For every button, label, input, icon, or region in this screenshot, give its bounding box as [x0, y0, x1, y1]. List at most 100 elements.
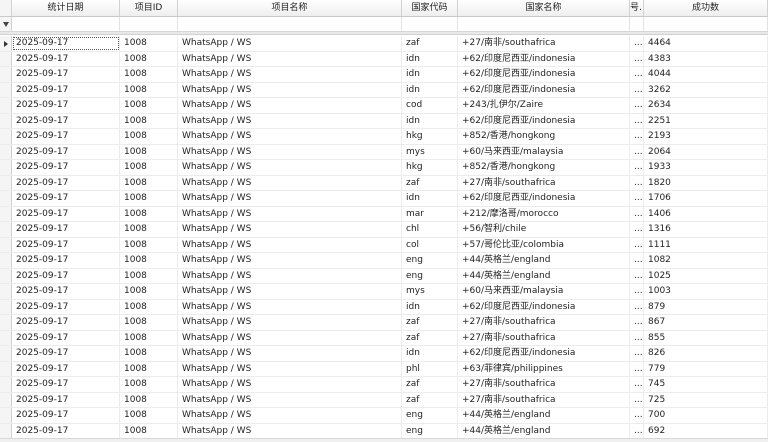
date-cell[interactable]: 2025-09-17 [12, 284, 120, 299]
project-id-cell[interactable]: 1008 [120, 377, 178, 392]
date-cell[interactable]: 2025-09-17 [12, 330, 120, 345]
filter-indicator[interactable] [0, 17, 12, 31]
country-code-cell[interactable]: phl [402, 361, 458, 376]
date-cell[interactable]: 2025-09-17 [12, 98, 120, 113]
country-code-cell[interactable]: zaf [402, 392, 458, 407]
column-country-name-filter[interactable] [458, 17, 630, 31]
truncated-cell[interactable]: ... [630, 377, 644, 392]
project-name-cell[interactable]: WhatsApp / WS [178, 191, 402, 206]
success-count-cell[interactable]: 4464 [644, 36, 768, 51]
project-name-cell[interactable]: WhatsApp / WS [178, 408, 402, 423]
row-indicator[interactable] [0, 222, 12, 237]
project-name-cell[interactable]: WhatsApp / WS [178, 284, 402, 299]
success-count-cell[interactable]: 1082 [644, 253, 768, 268]
project-name-cell[interactable]: WhatsApp / WS [178, 299, 402, 314]
row-indicator[interactable] [0, 284, 12, 299]
project-name-cell[interactable]: WhatsApp / WS [178, 330, 402, 345]
date-cell[interactable]: 2025-09-17 [12, 82, 120, 97]
success-count-cell[interactable]: 1025 [644, 268, 768, 283]
country-code-cell[interactable]: idn [402, 113, 458, 128]
truncated-cell[interactable]: ... [630, 113, 644, 128]
country-name-cell[interactable]: +57/哥伦比亚/colombia [458, 237, 630, 252]
country-name-cell[interactable]: +27/南非/southafrica [458, 36, 630, 51]
row-indicator[interactable] [0, 206, 12, 221]
column-truncated-filter[interactable] [630, 17, 644, 31]
date-cell[interactable]: 2025-09-17 [12, 268, 120, 283]
table-row[interactable]: 2025-09-17 1008 WhatsApp / WS chl +56/智利/chi… [0, 222, 768, 238]
truncated-cell[interactable]: ... [630, 98, 644, 113]
project-name-cell[interactable]: WhatsApp / WS [178, 423, 402, 438]
column-success-count-header[interactable]: 成功数 [644, 0, 768, 16]
table-row[interactable]: 2025-09-17 1008 WhatsApp / WS col +57/哥伦比亚/c… [0, 237, 768, 253]
data-grid[interactable]: 统计日期项目ID项目名称国家代码国家名称号…成功数 2025-09-171008… [0, 0, 768, 442]
truncated-cell[interactable]: ... [630, 330, 644, 345]
project-name-cell[interactable]: WhatsApp / WS [178, 82, 402, 97]
table-row[interactable]: 2025-09-17 1008 WhatsApp / WS zaf +27/南非/sou… [0, 36, 768, 52]
table-row[interactable]: 2025-09-17 1008 WhatsApp / WS mys +60/马来西亚/m… [0, 144, 768, 160]
row-indicator[interactable] [0, 330, 12, 345]
success-count-cell[interactable]: 3262 [644, 82, 768, 97]
success-count-cell[interactable]: 2064 [644, 144, 768, 159]
project-name-cell[interactable]: WhatsApp / WS [178, 206, 402, 221]
country-name-cell[interactable]: +62/印度尼西亚/indonesia [458, 299, 630, 314]
success-count-cell[interactable]: 1820 [644, 175, 768, 190]
row-indicator[interactable] [0, 98, 12, 113]
success-count-cell[interactable]: 1406 [644, 206, 768, 221]
project-name-cell[interactable]: WhatsApp / WS [178, 392, 402, 407]
table-row[interactable]: 2025-09-17 1008 WhatsApp / WS idn +62/印度尼西亚/… [0, 82, 768, 98]
date-cell[interactable]: 2025-09-17 [12, 191, 120, 206]
date-cell[interactable]: 2025-09-17 [12, 315, 120, 330]
row-indicator[interactable] [0, 346, 12, 361]
row-indicator[interactable] [0, 36, 12, 51]
country-code-cell[interactable]: idn [402, 299, 458, 314]
project-id-cell[interactable]: 1008 [120, 98, 178, 113]
country-name-cell[interactable]: +27/南非/southafrica [458, 330, 630, 345]
country-name-cell[interactable]: +56/智利/chile [458, 222, 630, 237]
table-row[interactable]: 2025-09-17 1008 WhatsApp / WS zaf +27/南非/sou… [0, 175, 768, 191]
project-id-cell[interactable]: 1008 [120, 206, 178, 221]
country-code-cell[interactable]: zaf [402, 330, 458, 345]
table-row[interactable]: 2025-09-17 1008 WhatsApp / WS idn +62/印度尼西亚/… [0, 191, 768, 207]
table-row[interactable]: 2025-09-17 1008 WhatsApp / WS zaf +27/南非/sou… [0, 315, 768, 331]
date-cell[interactable]: 2025-09-17 [12, 361, 120, 376]
table-row[interactable]: 2025-09-17 1008 WhatsApp / WS eng +44/英格兰/en… [0, 253, 768, 269]
row-indicator[interactable] [0, 144, 12, 159]
country-name-cell[interactable]: +243/扎伊尔/Zaire [458, 98, 630, 113]
success-count-cell[interactable]: 1706 [644, 191, 768, 206]
row-indicator[interactable] [0, 253, 12, 268]
success-count-cell[interactable]: 2251 [644, 113, 768, 128]
success-count-cell[interactable]: 2193 [644, 129, 768, 144]
project-id-cell[interactable]: 1008 [120, 284, 178, 299]
row-indicator[interactable] [0, 299, 12, 314]
date-cell[interactable]: 2025-09-17 [12, 346, 120, 361]
project-id-cell[interactable]: 1008 [120, 113, 178, 128]
country-code-cell[interactable]: hkg [402, 129, 458, 144]
truncated-cell[interactable]: ... [630, 299, 644, 314]
row-indicator[interactable] [0, 191, 12, 206]
table-row[interactable]: 2025-09-17 1008 WhatsApp / WS zaf +27/南非/sou… [0, 392, 768, 408]
truncated-cell[interactable]: ... [630, 175, 644, 190]
truncated-cell[interactable]: ... [630, 36, 644, 51]
row-indicator[interactable] [0, 361, 12, 376]
project-name-cell[interactable]: WhatsApp / WS [178, 268, 402, 283]
table-row[interactable]: 2025-09-17 1008 WhatsApp / WS eng +44/英格兰/en… [0, 408, 768, 424]
project-name-cell[interactable]: WhatsApp / WS [178, 160, 402, 175]
success-count-cell[interactable]: 1111 [644, 237, 768, 252]
project-id-cell[interactable]: 1008 [120, 408, 178, 423]
country-code-cell[interactable]: idn [402, 346, 458, 361]
project-name-cell[interactable]: WhatsApp / WS [178, 253, 402, 268]
country-name-cell[interactable]: +44/英格兰/england [458, 423, 630, 438]
project-name-cell[interactable]: WhatsApp / WS [178, 222, 402, 237]
row-indicator[interactable] [0, 377, 12, 392]
column-truncated-header[interactable]: 号… [630, 0, 644, 16]
country-name-cell[interactable]: +62/印度尼西亚/indonesia [458, 67, 630, 82]
project-id-cell[interactable]: 1008 [120, 175, 178, 190]
row-indicator[interactable] [0, 175, 12, 190]
project-id-cell[interactable]: 1008 [120, 222, 178, 237]
truncated-cell[interactable]: ... [630, 191, 644, 206]
project-id-cell[interactable]: 1008 [120, 36, 178, 51]
country-code-cell[interactable]: zaf [402, 377, 458, 392]
project-id-cell[interactable]: 1008 [120, 191, 178, 206]
country-name-cell[interactable]: +60/马来西亚/malaysia [458, 284, 630, 299]
column-country-code-header[interactable]: 国家代码 [402, 0, 458, 16]
